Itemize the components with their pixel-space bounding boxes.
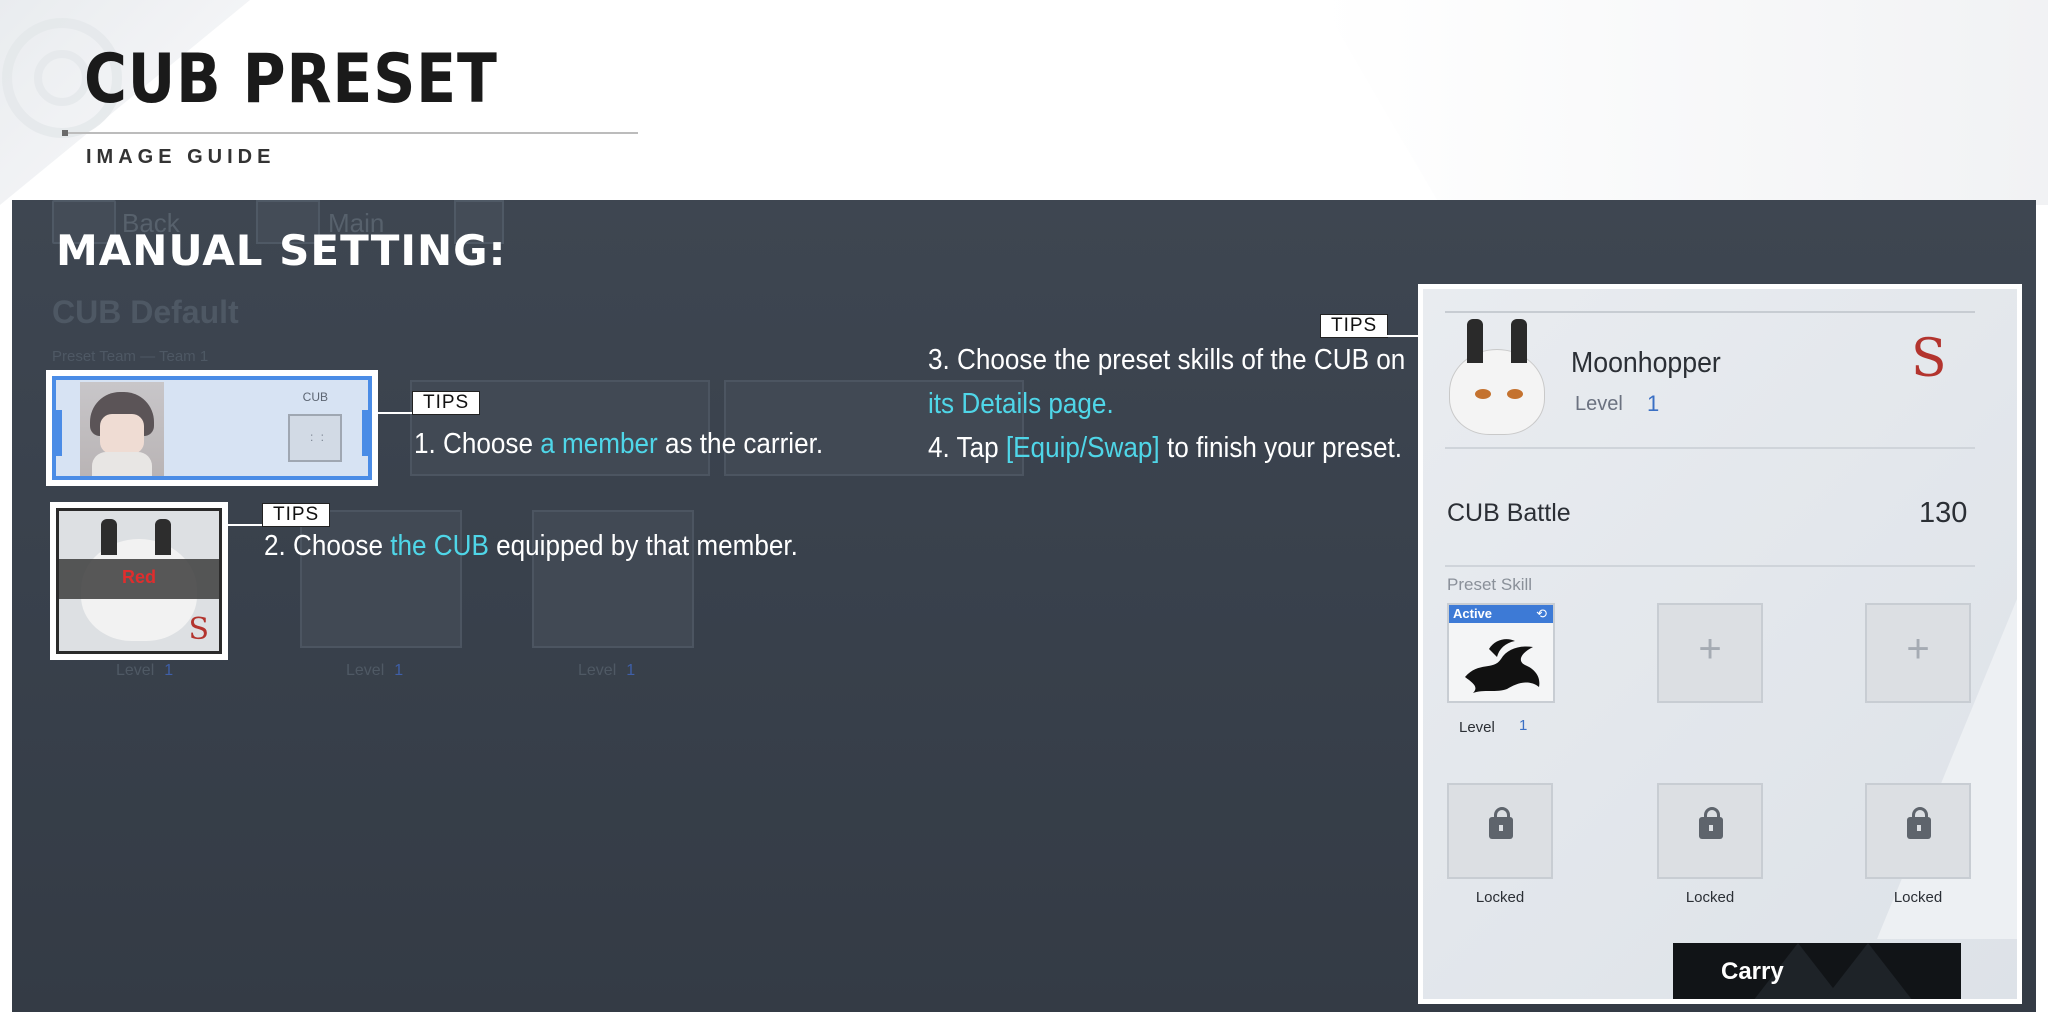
cub-ear-left bbox=[101, 519, 117, 555]
details-top-line bbox=[1445, 311, 1975, 313]
tips-leader-line bbox=[1384, 335, 1420, 337]
cub-battle-value: 130 bbox=[1919, 497, 1968, 529]
carry-button[interactable]: Carry bbox=[1673, 943, 1961, 999]
cub-avatar bbox=[1445, 319, 1547, 437]
portrait-face bbox=[100, 414, 144, 454]
plus-icon: + bbox=[1698, 627, 1722, 671]
skill-level-label: Level bbox=[1459, 719, 1495, 736]
avatar-eye-left bbox=[1475, 389, 1491, 399]
step-2-text: 2. Choose the CUB equipped by that membe… bbox=[264, 530, 798, 563]
preset-skill-slot-empty[interactable]: + bbox=[1865, 603, 1971, 703]
preset-skill-slot-active[interactable]: Active ⟲ bbox=[1447, 603, 1555, 703]
cub-ear-right bbox=[155, 519, 171, 555]
section-heading: MANUAL SETTING: bbox=[56, 226, 507, 275]
member-card-frame: CUB : : bbox=[52, 376, 372, 480]
title-underline-dot bbox=[62, 130, 68, 136]
step-4-text: 4. Tap [Equip/Swap] to finish your prese… bbox=[928, 432, 1402, 465]
avatar-head bbox=[1449, 349, 1545, 435]
member-cub-label: CUB bbox=[302, 390, 328, 404]
cub-battle-label: CUB Battle bbox=[1447, 499, 1571, 527]
tips-leader-line bbox=[228, 524, 264, 526]
cub-card-frame: Red S bbox=[56, 508, 222, 654]
step-3-highlight: its Details page. bbox=[928, 388, 1114, 420]
preset-skill-slot-empty[interactable]: + bbox=[1657, 603, 1763, 703]
details-divider bbox=[1445, 447, 1975, 449]
tips-badge: TIPS bbox=[1320, 314, 1389, 338]
details-divider bbox=[1445, 565, 1975, 567]
button-decoration bbox=[1823, 943, 1913, 999]
locked-label: Locked bbox=[1685, 889, 1735, 906]
avatar-ear-right bbox=[1511, 319, 1527, 363]
avatar-eye-right bbox=[1507, 389, 1523, 399]
faded-preset-team: Preset Team — Team 1 bbox=[52, 348, 209, 365]
cub-rank-badge: S bbox=[188, 612, 209, 647]
guide-page: CUB PRESET IMAGE GUIDE Back Main CUB Def… bbox=[0, 0, 2048, 1024]
step-4-highlight: [Equip/Swap] bbox=[1005, 432, 1160, 464]
step-2-highlight: the CUB bbox=[390, 530, 489, 562]
panel-bottom-margin bbox=[0, 1012, 2048, 1024]
step-1-highlight: a member bbox=[540, 428, 658, 460]
faded-level-text: Level bbox=[346, 662, 385, 679]
cub-level-label: Level bbox=[1575, 393, 1623, 415]
step-1-text: 1. Choose a member as the carrier. bbox=[414, 428, 823, 461]
carry-button-label: Carry bbox=[1721, 958, 1784, 985]
faded-level-label: Level 1 bbox=[116, 662, 173, 680]
step-4-prefix: 4. Tap bbox=[928, 432, 1006, 464]
page-subtitle: IMAGE GUIDE bbox=[86, 146, 276, 168]
faded-level-label: Level 1 bbox=[346, 662, 403, 680]
locked-skill-slot bbox=[1865, 783, 1971, 879]
skill-level-value: 1 bbox=[1519, 717, 1528, 734]
portrait-body bbox=[92, 452, 152, 476]
member-card[interactable]: CUB : : bbox=[46, 370, 378, 486]
member-card-side-left bbox=[52, 410, 62, 456]
plus-icon: + bbox=[1906, 627, 1930, 671]
faded-level-value: 1 bbox=[626, 662, 636, 679]
step-2-prefix: 2. Choose bbox=[264, 530, 391, 562]
lock-icon bbox=[1699, 807, 1723, 839]
member-card-side-right bbox=[362, 410, 372, 456]
step-1-suffix: as the carrier. bbox=[657, 428, 824, 460]
tips-leader-line bbox=[378, 412, 414, 414]
locked-label: Locked bbox=[1893, 889, 1943, 906]
page-title: CUB PRESET bbox=[84, 40, 498, 119]
locked-skill-slot bbox=[1447, 783, 1553, 879]
swap-icon: ⟲ bbox=[1536, 606, 1547, 621]
cub-name: Moonhopper bbox=[1571, 347, 1721, 379]
active-tag-label: Active bbox=[1453, 606, 1493, 621]
member-cub-slot[interactable]: : : bbox=[288, 414, 342, 462]
preset-skill-label: Preset Skill bbox=[1447, 575, 1533, 594]
tips-badge: TIPS bbox=[262, 503, 331, 527]
avatar-ear-left bbox=[1467, 319, 1483, 363]
locked-label: Locked bbox=[1475, 889, 1525, 906]
faded-level-label: Level 1 bbox=[578, 662, 635, 680]
decorative-ring-inner bbox=[34, 50, 90, 106]
locked-skill-slot bbox=[1657, 783, 1763, 879]
step-1-prefix: 1. Choose bbox=[414, 428, 541, 460]
cub-details-frame: Moonhopper Level 1 S CUB Battle 130 Pres… bbox=[1423, 289, 2017, 999]
lock-icon bbox=[1907, 807, 1931, 839]
lock-icon bbox=[1489, 807, 1513, 839]
faded-level-value: 1 bbox=[394, 662, 404, 679]
active-tag: Active ⟲ bbox=[1449, 605, 1553, 623]
member-portrait bbox=[80, 382, 164, 476]
cub-rank-badge: S bbox=[1911, 329, 1947, 389]
faded-level-text: Level bbox=[578, 662, 617, 679]
cub-level-value: 1 bbox=[1647, 391, 1660, 416]
cub-card[interactable]: Red S bbox=[50, 502, 228, 660]
header-decoration-right bbox=[1320, 0, 2048, 205]
step-3-text: 3. Choose the preset skills of the CUB o… bbox=[928, 344, 1406, 376]
faded-level-value: 1 bbox=[164, 662, 174, 679]
cub-slot-glyph: : : bbox=[310, 430, 327, 444]
faded-level-text: Level bbox=[116, 662, 155, 679]
title-underline bbox=[64, 132, 638, 134]
faded-page-title: CUB Default bbox=[52, 294, 239, 330]
tips-badge: TIPS bbox=[412, 391, 481, 415]
skill-ink-icon bbox=[1465, 639, 1540, 693]
step-4-suffix: to finish your preset. bbox=[1159, 432, 1402, 464]
cub-details-panel: Moonhopper Level 1 S CUB Battle 130 Pres… bbox=[1418, 284, 2022, 1004]
step-2-suffix: equipped by that member. bbox=[488, 530, 798, 562]
cub-status-label: Red bbox=[121, 567, 156, 587]
